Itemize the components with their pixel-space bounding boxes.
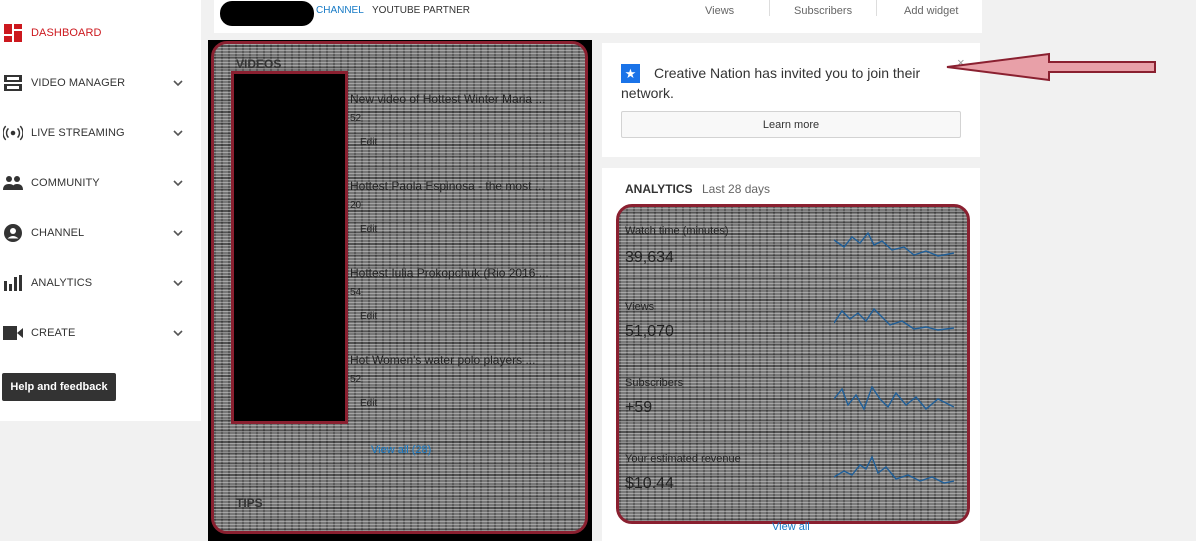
sidebar-item-video-manager[interactable]: VIDEO MANAGER [0, 58, 201, 108]
sidebar-item-channel[interactable]: CHANNEL [0, 208, 201, 258]
video-manager-icon [3, 73, 23, 93]
metric-label: Views [625, 301, 655, 313]
analytics-widget: ANALYTICS Last 28 days Watch time (minut… [602, 168, 980, 541]
analytics-icon [3, 273, 23, 293]
videos-card-obscured: VIDEOS New video of Hottest Winter Maria… [211, 41, 588, 534]
sparkline-chart [834, 307, 954, 331]
subscribers-stat: Subscribers [794, 5, 853, 17]
sparkline-chart [834, 231, 954, 257]
metric-label: Your estimated revenue [625, 453, 741, 465]
edit-button[interactable]: Edit [360, 137, 377, 148]
channel-icon [3, 223, 23, 243]
metric-value: 51,070 [625, 323, 674, 340]
learn-more-button[interactable]: Learn more [621, 111, 961, 138]
sparkline-chart [834, 455, 954, 484]
analytics-card-obscured: Watch time (minutes) 39,634 Views 51,070… [616, 204, 970, 524]
sparkline-chart [834, 385, 954, 411]
view-all-videos-link[interactable]: View all (28) [371, 444, 431, 456]
video-stats: 54 [350, 287, 362, 298]
sidebar-item-label: ANALYTICS [31, 277, 93, 289]
view-all-analytics-link[interactable]: View all [772, 521, 810, 533]
divider [876, 0, 877, 16]
annotation-arrow-icon [946, 52, 1156, 82]
redacted-thumbnail [231, 71, 348, 424]
video-title[interactable]: New video of Hottest Winter Maria ... [350, 92, 545, 106]
sidebar-item-community[interactable]: COMMUNITY [0, 158, 201, 208]
metric-value: +59 [625, 399, 653, 416]
tips-title: TIPS [236, 496, 263, 510]
metric-value: 39,634 [625, 249, 674, 266]
sidebar: DASHBOARD VIDEO MANAGER LIVE STREAMING C… [0, 0, 201, 421]
partner-label: YOUTUBE PARTNER [372, 5, 470, 16]
sidebar-item-label: COMMUNITY [31, 177, 100, 189]
edit-button[interactable]: Edit [360, 311, 377, 322]
community-icon [3, 173, 23, 193]
chevron-down-icon[interactable] [172, 227, 184, 239]
metric-label: Watch time (minutes) [625, 225, 729, 237]
metric-value: $10.44 [625, 475, 674, 492]
sidebar-item-dashboard[interactable]: DASHBOARD [0, 8, 201, 58]
edit-button[interactable]: Edit [360, 398, 377, 409]
redacted-channel-name [220, 1, 314, 26]
videos-title: VIDEOS [236, 57, 282, 71]
sidebar-item-label: CHANNEL [31, 227, 85, 239]
network-invite-card: ★ Creative Nation has invited you to joi… [602, 43, 980, 157]
chevron-down-icon[interactable] [172, 327, 184, 339]
metric-label: Subscribers [625, 377, 684, 389]
sidebar-item-label: CREATE [31, 327, 76, 339]
sidebar-item-live-streaming[interactable]: LIVE STREAMING [0, 108, 201, 158]
edit-button[interactable]: Edit [360, 224, 377, 235]
channel-link[interactable]: CHANNEL [316, 5, 364, 16]
video-title[interactable]: Hottest Iulia Prokopchuk (Rio 2016 ... [350, 266, 549, 280]
dashboard-icon [3, 23, 23, 43]
sidebar-item-create[interactable]: CREATE [0, 308, 201, 358]
views-stat: Views [705, 5, 735, 17]
video-stats: 52 [350, 113, 362, 124]
sidebar-item-label: DASHBOARD [31, 27, 102, 39]
video-stats: 52 [350, 374, 362, 385]
video-title[interactable]: Hot Women's water polo players ... [350, 353, 535, 367]
create-icon [3, 323, 23, 343]
add-widget-button[interactable]: Add widget [904, 5, 958, 17]
sidebar-item-label: LIVE STREAMING [31, 127, 125, 139]
divider [769, 0, 770, 16]
video-title[interactable]: Hottest Paola Espinosa - the most ... [350, 179, 545, 193]
analytics-title: ANALYTICS [625, 182, 693, 196]
videos-widget: VIDEOS New video of Hottest Winter Maria… [208, 40, 592, 541]
analytics-period: Last 28 days [702, 182, 771, 196]
chevron-down-icon[interactable] [172, 277, 184, 289]
channel-header: CHANNEL YOUTUBE PARTNER Views Subscriber… [214, 0, 982, 33]
invite-message: Creative Nation has invited you to join … [621, 65, 921, 101]
live-streaming-icon [3, 123, 23, 143]
chevron-down-icon[interactable] [172, 127, 184, 139]
sidebar-item-label: VIDEO MANAGER [31, 77, 126, 89]
chevron-down-icon[interactable] [172, 177, 184, 189]
help-and-feedback-button[interactable]: Help and feedback [2, 373, 116, 401]
sidebar-item-analytics[interactable]: ANALYTICS [0, 258, 201, 308]
video-stats: 20 [350, 200, 362, 211]
chevron-down-icon[interactable] [172, 77, 184, 89]
